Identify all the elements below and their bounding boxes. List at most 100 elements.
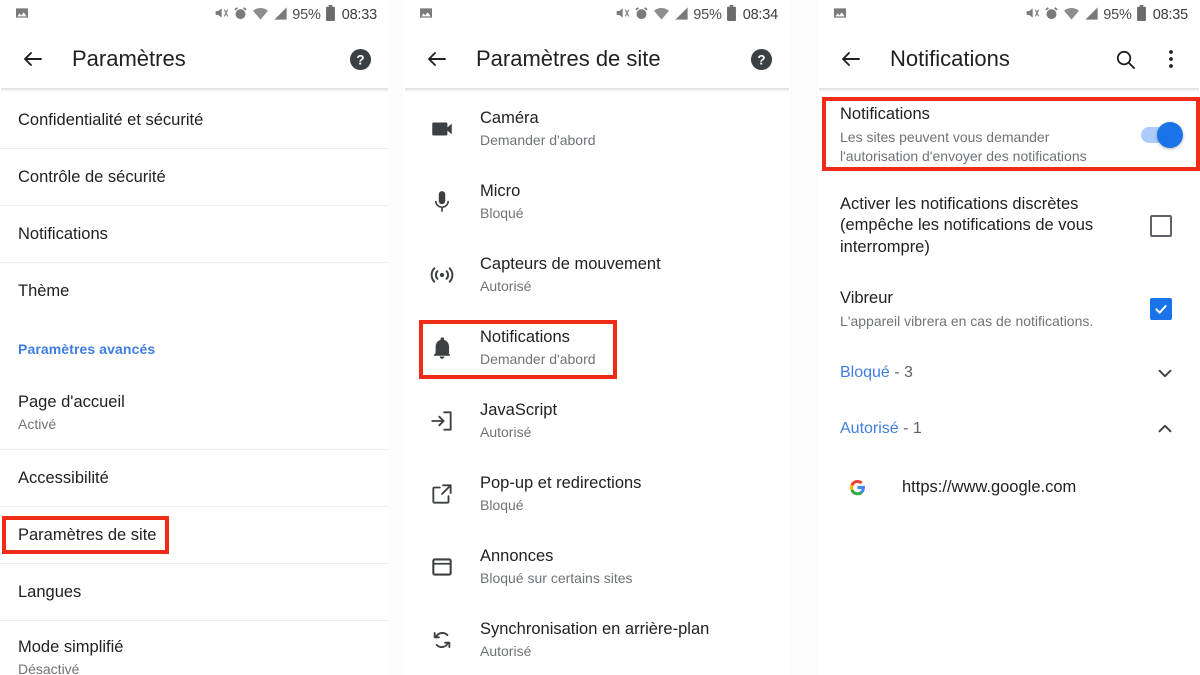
more-options-icon[interactable] — [1156, 44, 1186, 74]
ads-icon — [422, 554, 462, 580]
status-bar-2: 95% 08:34 — [404, 0, 790, 30]
site-setting-background-sync[interactable]: Synchronisation en arrière-plan Autorisé — [404, 603, 790, 675]
site-setting-text: JavaScript Autorisé — [480, 400, 557, 441]
site-setting-motion-sensors[interactable]: Capteurs de mouvement Autorisé — [404, 238, 790, 311]
site-setting-notifications[interactable]: Notifications Demander d'abord — [404, 311, 790, 384]
site-setting-camera[interactable]: Caméra Demander d'abord — [404, 92, 790, 165]
image-icon — [832, 5, 848, 25]
svg-text:?: ? — [356, 52, 364, 67]
row-label: Langues — [18, 582, 82, 601]
allowed-site-row[interactable]: https://www.google.com — [818, 457, 1200, 517]
notifications-master-control[interactable] — [1138, 121, 1184, 148]
group-header-allowed[interactable]: Autorisé - 1 — [818, 401, 1200, 457]
row-value: Bloqué — [480, 496, 524, 513]
section-label: Paramètres avancés — [18, 340, 156, 357]
page-title-notifications: Notifications — [890, 46, 1010, 71]
row-value: Bloqué sur certains sites — [480, 569, 633, 586]
battery-icon — [726, 5, 737, 25]
page-title-settings: Paramètres — [72, 46, 186, 71]
alarm-icon — [1044, 6, 1059, 25]
back-arrow-icon[interactable] — [834, 42, 868, 76]
status-bar-left-icons-3 — [832, 5, 848, 25]
row-label: Confidentialité et sécurité — [18, 110, 204, 129]
app-bar-notifications: Notifications — [818, 30, 1200, 88]
mute-icon — [213, 5, 229, 25]
row-label: Activer les notifications discrètes (emp… — [840, 194, 1094, 256]
group-label-allowed-text: Autorisé — [840, 420, 899, 438]
vibrate-text: Vibreur L'appareil vibrera en cas de not… — [840, 288, 1138, 331]
three-panel-screenshot: 95% 08:33 Paramètres ? Confidentialité e… — [0, 0, 1200, 675]
mute-icon — [1024, 5, 1040, 25]
motion-sensor-icon — [422, 262, 462, 288]
camera-icon — [422, 116, 462, 142]
sidebar-item-notifications[interactable]: Notifications — [0, 206, 389, 263]
row-label: Capteurs de mouvement — [480, 254, 661, 273]
sidebar-item-accessibility[interactable]: Accessibilité — [0, 450, 389, 507]
vibrate-control[interactable] — [1138, 298, 1184, 321]
microphone-icon — [422, 189, 462, 215]
chevron-down-icon[interactable] — [1152, 362, 1178, 384]
sidebar-item-site-settings[interactable]: Paramètres de site — [0, 507, 389, 564]
quiet-notifications-checkbox[interactable] — [1150, 214, 1172, 237]
notifications-master-row[interactable]: Notifications Les sites peuvent vous dem… — [818, 92, 1200, 178]
vibrate-row[interactable]: Vibreur L'appareil vibrera en cas de not… — [818, 274, 1200, 345]
notifications-toggle[interactable] — [1141, 121, 1183, 148]
row-label: Pop-up et redirections — [480, 473, 642, 492]
vibrate-checkbox[interactable] — [1150, 298, 1172, 321]
sidebar-item-lite-mode[interactable]: Mode simplifié Désactivé — [0, 621, 389, 675]
sidebar-item-privacy[interactable]: Confidentialité et sécurité — [0, 92, 389, 149]
status-bar-1: 95% 08:33 — [0, 0, 389, 30]
site-setting-text: Synchronisation en arrière-plan Autorisé — [480, 619, 709, 660]
row-value: Autorisé — [480, 423, 532, 440]
group-header-blocked[interactable]: Bloqué - 3 — [818, 345, 1200, 401]
popup-icon — [422, 481, 462, 507]
mute-icon — [614, 5, 630, 25]
back-arrow-icon[interactable] — [420, 42, 454, 76]
row-value: Activé — [18, 416, 57, 433]
panel-site-settings: 95% 08:34 Paramètres de site ? Caméra De… — [404, 0, 790, 675]
status-bar-right-icons-3: 95% 08:35 — [1024, 5, 1188, 25]
row-label: Paramètres de site — [18, 525, 157, 544]
quiet-notifications-control[interactable] — [1138, 214, 1184, 237]
row-label: Thème — [18, 282, 70, 301]
sidebar-item-homepage[interactable]: Page d'accueil Activé — [0, 377, 389, 450]
row-description: Les sites peuvent vous demander l'autori… — [840, 129, 1087, 165]
row-label: Annonces — [480, 546, 554, 565]
wifi-icon — [1063, 6, 1080, 25]
status-bar-left-icons-2 — [418, 5, 434, 25]
site-setting-popups[interactable]: Pop-up et redirections Bloqué — [404, 457, 790, 530]
sidebar-item-theme[interactable]: Thème — [0, 263, 389, 320]
sidebar-item-languages[interactable]: Langues — [0, 564, 389, 621]
row-description: L'appareil vibrera en cas de notificatio… — [840, 313, 1094, 330]
image-icon — [14, 5, 30, 25]
quiet-notifications-row[interactable]: Activer les notifications discrètes (emp… — [818, 178, 1200, 274]
back-arrow-icon[interactable] — [16, 42, 50, 76]
status-bar-right-icons: 95% 08:33 — [213, 5, 377, 25]
row-value: Autorisé — [480, 277, 532, 294]
site-setting-javascript[interactable]: JavaScript Autorisé — [404, 384, 790, 457]
chevron-up-icon[interactable] — [1152, 418, 1178, 440]
google-favicon — [846, 479, 868, 496]
battery-percent-3: 95% — [1103, 7, 1132, 23]
help-icon[interactable]: ? — [345, 44, 375, 74]
toggle-knob — [1157, 121, 1183, 148]
app-bar-actions-3 — [1110, 44, 1186, 74]
help-icon[interactable]: ? — [746, 44, 776, 74]
sidebar-item-security-check[interactable]: Contrôle de sécurité — [0, 149, 389, 206]
row-label: Micro — [480, 181, 521, 200]
row-label: JavaScript — [480, 400, 558, 419]
group-count-blocked: - 3 — [894, 364, 913, 382]
row-label: Accessibilité — [18, 468, 109, 487]
settings-list: Confidentialité et sécurité Contrôle de … — [0, 92, 389, 675]
clock-3: 08:35 — [1152, 7, 1188, 23]
site-setting-text: Micro Bloqué — [480, 181, 524, 222]
signal-icon — [273, 6, 288, 25]
wifi-icon — [252, 6, 269, 25]
wifi-icon — [653, 6, 670, 25]
search-icon[interactable] — [1110, 44, 1140, 74]
site-setting-text: Caméra Demander d'abord — [480, 108, 596, 149]
site-setting-microphone[interactable]: Micro Bloqué — [404, 165, 790, 238]
site-setting-ads[interactable]: Annonces Bloqué sur certains sites — [404, 530, 790, 603]
row-label: Synchronisation en arrière-plan — [480, 619, 710, 638]
row-label: Vibreur — [840, 288, 893, 307]
